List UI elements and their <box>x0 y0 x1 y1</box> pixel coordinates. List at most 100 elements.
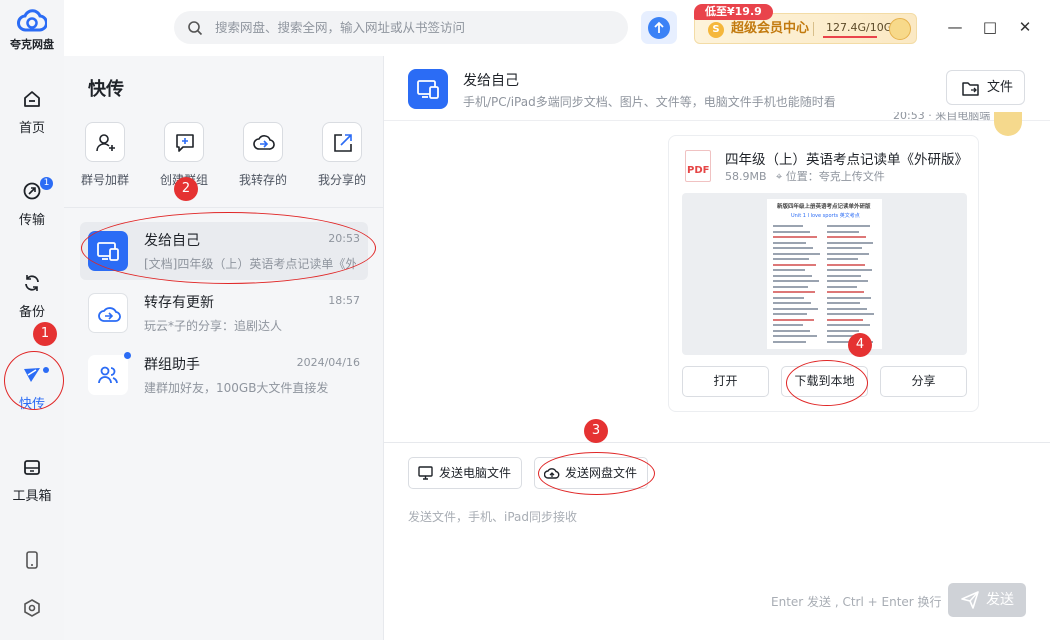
join-group-label: 群号加群 <box>80 173 129 187</box>
files-button-label: 文件 <box>987 80 1014 95</box>
join-group-button[interactable]: 群号加群 <box>70 122 140 188</box>
file-name: 四年级（上）英语考点记读单《外研版》(1).pdf <box>725 152 969 168</box>
preview-text-line <box>773 230 810 233</box>
send-computer-file-button[interactable]: 发送电脑文件 <box>408 457 522 489</box>
vip-promo-tag[interactable]: 低至¥19.9 <box>694 4 773 20</box>
preview-text-line <box>773 247 813 249</box>
storage-usage-fill <box>823 36 877 38</box>
app-logo[interactable]: 夸克网盘 <box>0 8 64 52</box>
nav-transfer[interactable]: 1 传输 <box>0 177 64 228</box>
settings-icon[interactable] <box>22 598 42 618</box>
close-button[interactable]: ✕ <box>1016 18 1034 36</box>
search-bar[interactable]: 搜索网盘、搜索全网，输入网址或从书签访问 <box>174 11 628 44</box>
location-pin-icon: ⌖ <box>776 170 783 183</box>
conversation-icon-bg <box>88 293 128 333</box>
preview-text-line <box>827 280 868 282</box>
composer-divider <box>384 442 1050 443</box>
annotation-number-1: 1 <box>33 322 57 346</box>
transfer-badge: 1 <box>40 177 53 190</box>
file-size: 58.9MB <box>725 170 767 183</box>
preview-text-line <box>827 329 859 332</box>
my-shared-label: 我分享的 <box>317 173 366 187</box>
preview-text-line <box>827 225 870 227</box>
preview-text-line <box>773 296 804 299</box>
preview-text-line <box>773 313 807 315</box>
enter-hint: Enter 发送 , Ctrl + Enter 换行 <box>771 595 942 609</box>
preview-text-line <box>773 335 817 337</box>
search-icon <box>188 21 203 36</box>
preview-text-line <box>773 274 812 277</box>
upload-button[interactable] <box>641 11 677 44</box>
annotation-number-4: 4 <box>848 333 872 357</box>
preview-text-line <box>827 291 864 293</box>
column-divider <box>383 56 384 640</box>
nav-backup-label: 备份 <box>18 305 45 320</box>
annotation-ring-4 <box>786 360 868 406</box>
chat-header-icon <box>408 69 448 109</box>
unread-dot <box>124 352 131 359</box>
phone-icon[interactable] <box>22 550 42 570</box>
minimize-button[interactable]: — <box>946 18 964 36</box>
nav-toolbox[interactable]: 工具箱 <box>0 457 64 504</box>
nav-transfer-label: 传输 <box>18 213 45 228</box>
upload-arrow-icon <box>654 21 664 33</box>
preview-text-line <box>827 313 874 315</box>
chat-plus-icon <box>176 134 194 152</box>
preview-text-line <box>773 258 809 260</box>
maximize-button[interactable]: □ <box>981 18 999 36</box>
pdf-file-icon: PDF <box>685 150 711 182</box>
preview-page: 新版四年级上册英语考点记读单外研版 Unit 1 I love sports 英… <box>767 199 882 349</box>
my-shared-button[interactable]: 我分享的 <box>307 122 377 188</box>
storage-usage-bar <box>823 36 877 38</box>
group-icon <box>98 366 118 384</box>
preview-text-line <box>773 285 808 288</box>
share-out-icon <box>334 134 352 152</box>
file-preview[interactable]: 新版四年级上册英语考点记读单外研版 Unit 1 I love sports 英… <box>682 193 967 355</box>
preview-text-line <box>827 324 870 326</box>
transfer-icon <box>23 182 41 200</box>
preview-text-line <box>773 236 817 238</box>
toolbox-icon <box>24 460 40 475</box>
search-placeholder: 搜索网盘、搜索全网，输入网址或从书签访问 <box>215 20 466 35</box>
preview-text-line <box>827 263 865 266</box>
preview-text-line <box>827 252 869 255</box>
preview-text-line <box>773 269 805 271</box>
conversation-group-assistant[interactable]: 群组助手 2024/04/16 建群加好友，100GB大文件直接发 <box>80 346 368 404</box>
chat-title: 发给自己 <box>463 73 519 89</box>
nav-home[interactable]: 首页 <box>0 89 64 136</box>
send-computer-file-label: 发送电脑文件 <box>439 466 512 480</box>
message-input[interactable]: 发送文件，手机、iPad同步接收 <box>408 508 577 525</box>
pdf-type-label: PDF <box>687 165 710 176</box>
conversation-preview: 玩云*子的分享：追剧达人 <box>144 319 283 333</box>
app-name: 夸克网盘 <box>10 38 54 51</box>
preview-doc-title: 新版四年级上册英语考点记读单外研版 <box>777 204 871 210</box>
vip-avatar[interactable] <box>889 18 911 40</box>
preview-text-line <box>827 247 862 249</box>
my-shared-box <box>322 122 362 162</box>
create-group-box <box>164 122 204 162</box>
preview-text-line <box>773 225 803 227</box>
quick-send-panel: 快传 群号加群 创建群组 我转存的 我分享的 发给自己 20:53 [文档]四年… <box>64 56 383 640</box>
preview-text-line <box>827 302 860 304</box>
sender-avatar[interactable] <box>994 112 1022 136</box>
preview-doc-subtitle: Unit 1 I love sports 英文考点 <box>791 213 860 219</box>
preview-text-line <box>827 274 861 277</box>
my-saved-button[interactable]: 我转存的 <box>228 122 298 188</box>
share-button[interactable]: 分享 <box>880 366 967 397</box>
preview-text-line <box>773 302 811 304</box>
home-icon <box>24 91 40 107</box>
preview-text-line <box>773 241 806 244</box>
annotation-ring-2 <box>81 212 376 284</box>
user-plus-icon <box>96 134 115 152</box>
preview-text-line <box>773 318 814 321</box>
preview-text-line <box>773 252 820 255</box>
conversation-saved-updates[interactable]: 转存有更新 18:57 玩云*子的分享：追剧达人 <box>80 284 368 342</box>
nav-backup[interactable]: 备份 <box>0 273 64 320</box>
open-button[interactable]: 打开 <box>682 366 769 397</box>
send-button-label: 发送 <box>986 592 1014 608</box>
upload-icon-bg <box>648 17 670 39</box>
preview-text-line <box>773 280 819 282</box>
send-button[interactable]: 发送 <box>948 583 1026 617</box>
vip-divider <box>813 22 814 36</box>
files-button[interactable]: 文件 <box>946 70 1025 105</box>
